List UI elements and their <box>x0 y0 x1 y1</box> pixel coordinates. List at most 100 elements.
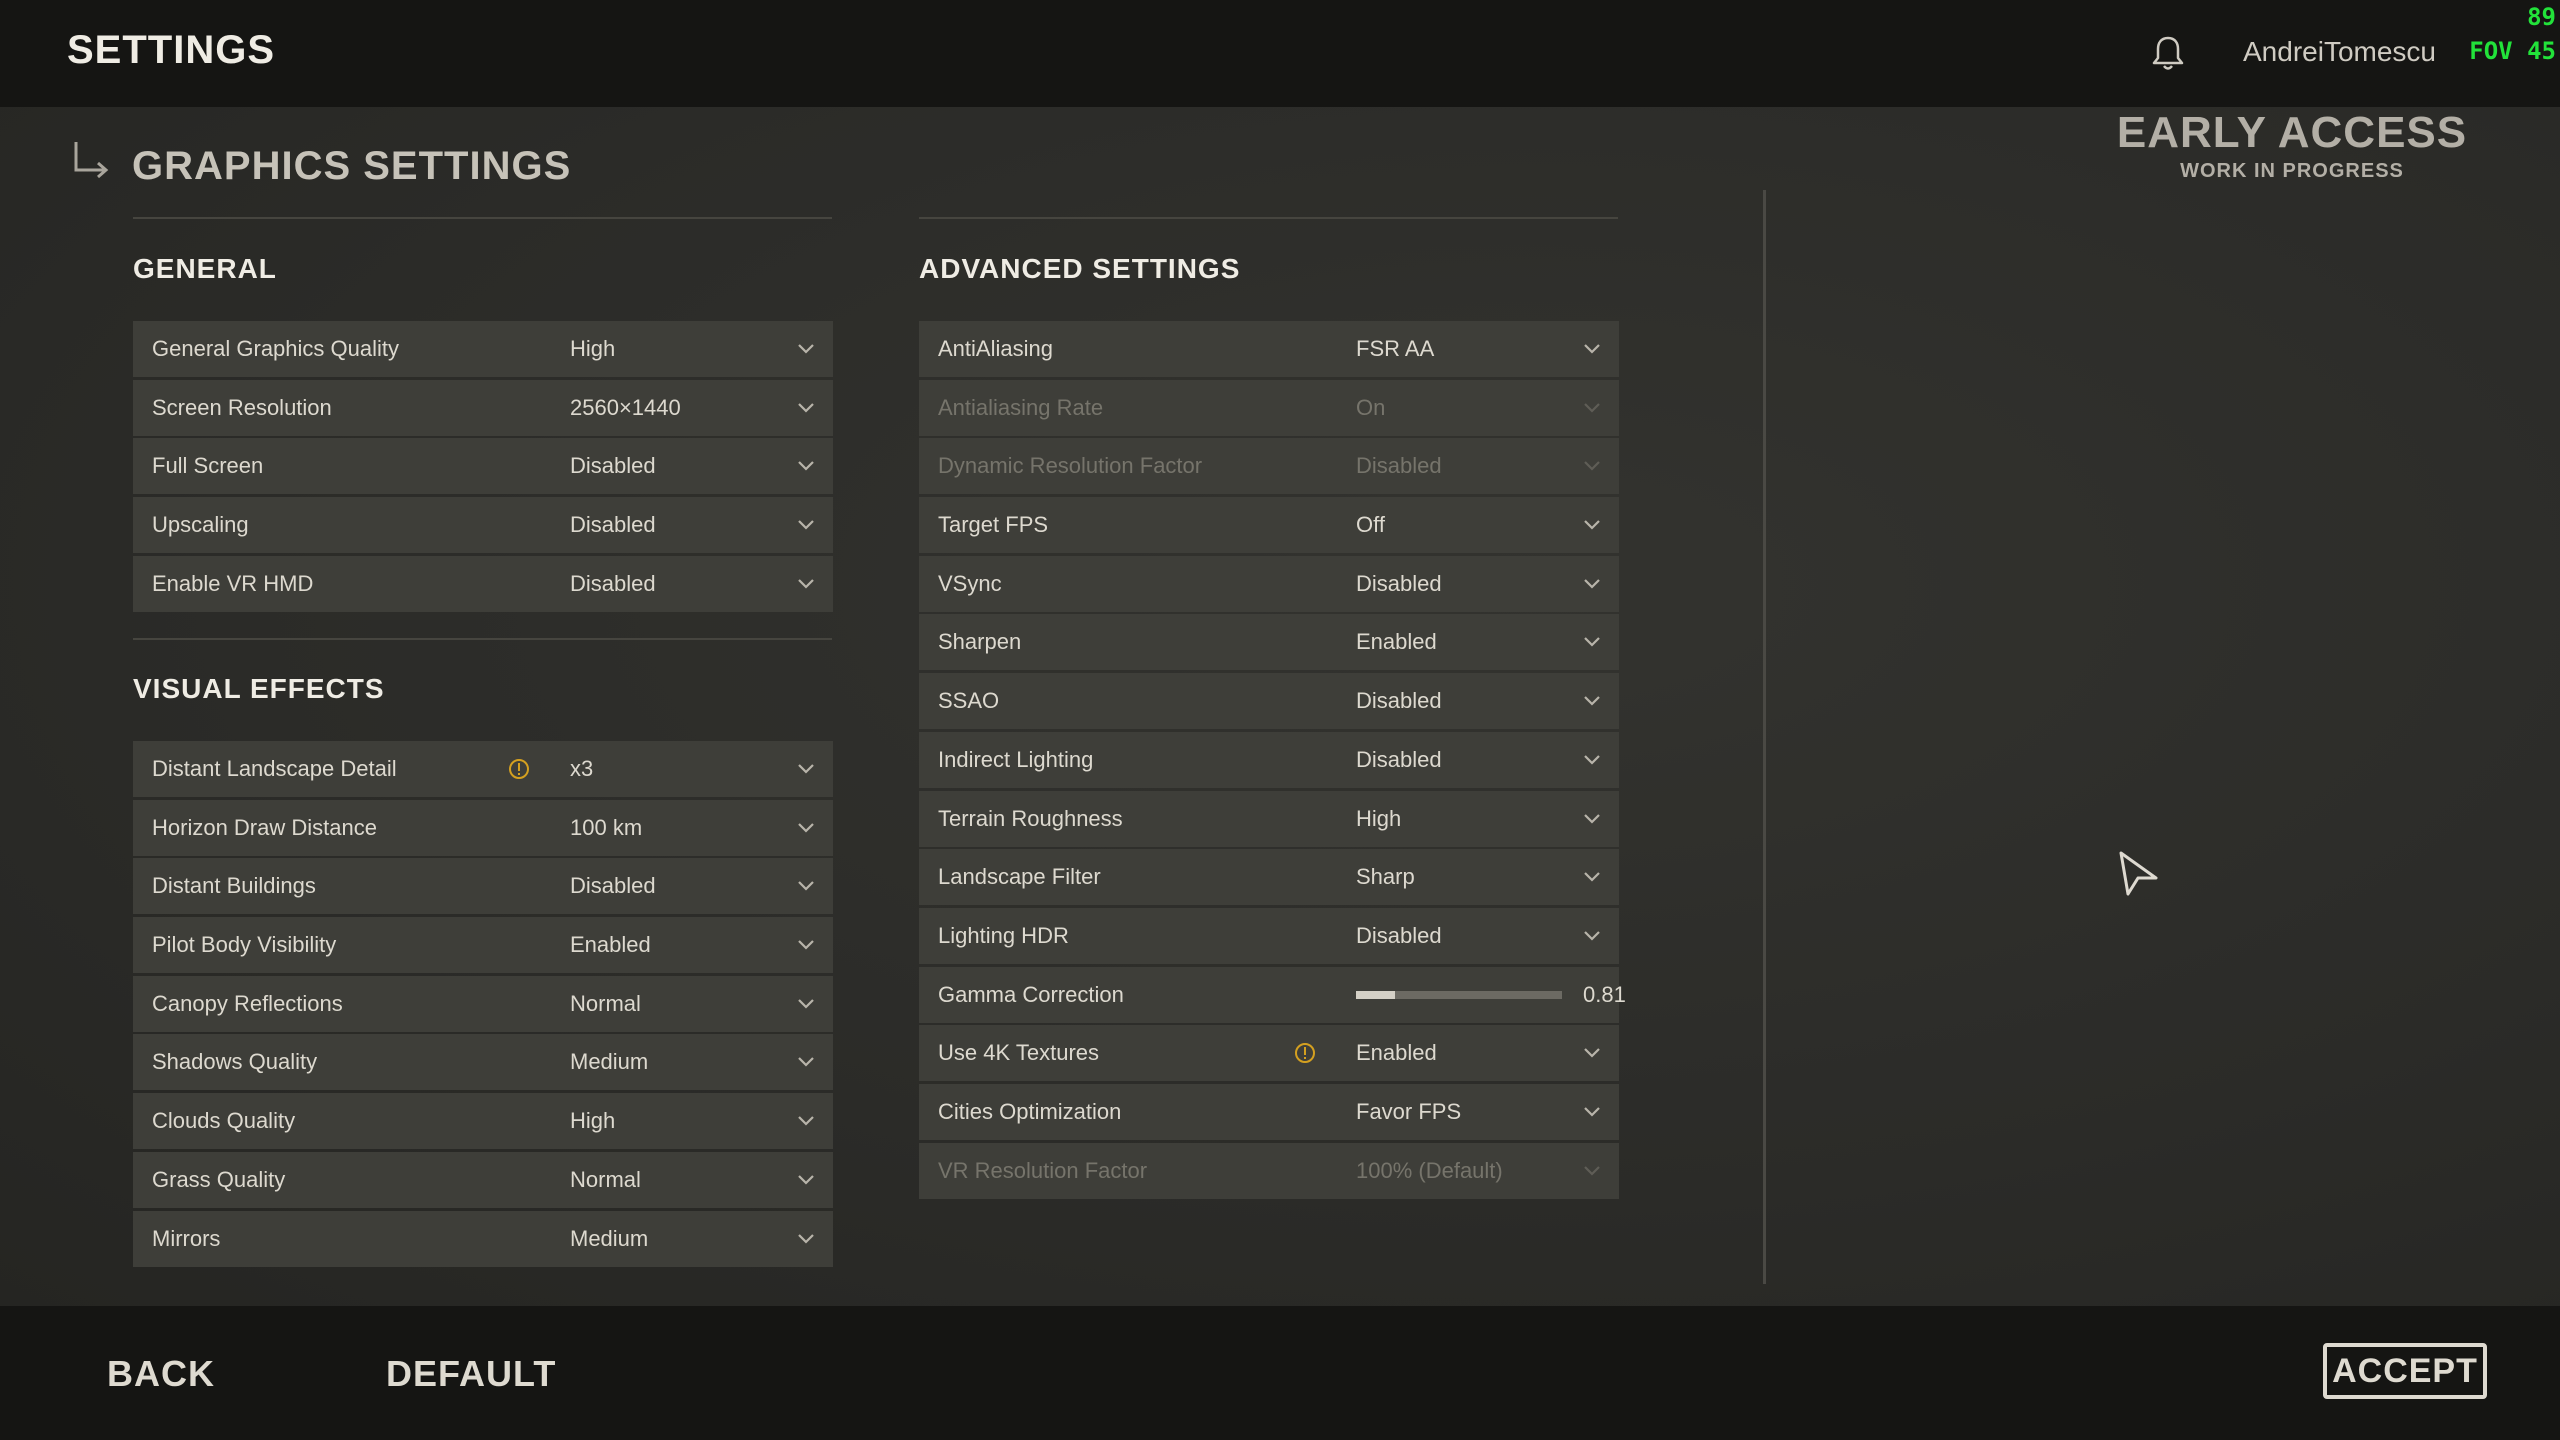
setting-label: Grass Quality <box>152 1166 286 1192</box>
setting-value-dropdown[interactable]: Disabled <box>570 873 656 899</box>
setting-row[interactable]: Enable VR HMD Disabled <box>133 555 833 612</box>
setting-value-dropdown[interactable]: Enabled <box>1356 629 1437 655</box>
setting-row[interactable]: Pilot Body Visibility Enabled <box>133 917 833 974</box>
fov-label: FOV <box>2469 37 2513 65</box>
setting-label: Use 4K Textures <box>938 1040 1100 1066</box>
setting-value-dropdown[interactable]: Medium <box>570 1049 648 1075</box>
setting-value-dropdown[interactable]: Favor FPS <box>1356 1099 1461 1125</box>
chevron-down-icon <box>1584 344 1600 354</box>
setting-label: AntiAliasing <box>938 336 1053 361</box>
setting-row[interactable]: Distant Landscape Detail x3 <box>133 741 833 797</box>
setting-label: General Graphics Quality <box>152 336 399 361</box>
setting-value-dropdown[interactable]: Normal <box>570 991 641 1017</box>
chevron-down-icon <box>1584 1107 1600 1117</box>
screen-title: SETTINGS <box>67 28 276 72</box>
setting-value-dropdown[interactable]: Disabled <box>1356 688 1442 714</box>
setting-row[interactable]: Shadows Quality Medium <box>133 1034 833 1091</box>
setting-label: Landscape Filter <box>938 864 1101 890</box>
setting-row[interactable]: Lighting HDR Disabled <box>919 907 1619 964</box>
setting-row[interactable]: Target FPS Off <box>919 497 1619 554</box>
setting-row[interactable]: Mirrors Medium <box>133 1210 833 1267</box>
setting-value-dropdown[interactable]: Disabled <box>1356 747 1442 773</box>
setting-label: Cities Optimization <box>938 1098 1122 1124</box>
setting-label: Canopy Reflections <box>152 990 343 1016</box>
default-button[interactable]: DEFAULT <box>386 1353 556 1395</box>
setting-value-dropdown[interactable]: 2560×1440 <box>570 395 681 421</box>
chevron-down-icon <box>798 1233 814 1244</box>
setting-value-dropdown[interactable]: High <box>570 1108 615 1134</box>
setting-row[interactable]: Clouds Quality High <box>133 1093 833 1150</box>
setting-row[interactable]: Distant Buildings Disabled <box>133 858 833 915</box>
bell-icon[interactable] <box>2150 34 2186 74</box>
setting-row: Dynamic Resolution Factor Disabled <box>919 438 1619 495</box>
chevron-down-icon <box>798 520 814 530</box>
setting-row[interactable]: Horizon Draw Distance 100 km <box>133 799 833 856</box>
gamma-slider[interactable] <box>1356 990 1562 999</box>
setting-row[interactable]: Terrain Roughness High <box>919 790 1619 847</box>
setting-value-dropdown[interactable]: Enabled <box>570 932 651 958</box>
setting-row[interactable]: Screen Resolution 2560×1440 <box>133 379 833 436</box>
setting-value-dropdown[interactable]: FSR AA <box>1356 336 1434 362</box>
setting-row[interactable]: SSAO Disabled <box>919 673 1619 730</box>
setting-row[interactable]: AntiAliasing FSR AA <box>919 321 1619 377</box>
setting-value-dropdown[interactable]: Disabled <box>1356 923 1442 949</box>
top-bar: SETTINGS AndreiTomescu 89 FOV 45 <box>0 0 2560 107</box>
warning-icon <box>1295 1043 1315 1064</box>
setting-row[interactable]: Landscape Filter Sharp <box>919 849 1619 906</box>
setting-value-dropdown[interactable]: Medium <box>570 1226 648 1252</box>
setting-value-dropdown[interactable]: Disabled <box>1356 571 1442 597</box>
setting-value-dropdown[interactable]: Off <box>1356 512 1385 538</box>
chevron-down-icon <box>1584 813 1600 824</box>
section-title-general: GENERAL <box>133 253 277 284</box>
setting-label: Antialiasing Rate <box>938 394 1104 420</box>
setting-value-dropdown[interactable]: High <box>570 336 615 362</box>
setting-row[interactable]: Use 4K Textures Enabled <box>919 1025 1619 1082</box>
mouse-cursor-icon <box>2119 851 2158 896</box>
setting-value-dropdown[interactable]: Normal <box>570 1167 641 1193</box>
setting-value-dropdown[interactable]: Disabled <box>570 453 656 479</box>
setting-value-dropdown[interactable]: High <box>1356 806 1401 832</box>
setting-row[interactable]: Gamma Correction 0.81 <box>919 966 1626 1023</box>
chevron-down-icon <box>798 881 814 891</box>
chevron-down-icon <box>798 998 814 1009</box>
chevron-down-icon <box>798 402 814 413</box>
setting-row[interactable]: Full Screen Disabled <box>133 438 833 495</box>
setting-row[interactable]: Grass Quality Normal <box>133 1151 833 1208</box>
setting-value-dropdown[interactable]: x3 <box>570 756 593 782</box>
chevron-down-icon <box>1584 637 1600 647</box>
setting-value-dropdown[interactable]: Enabled <box>1356 1040 1437 1066</box>
general-settings-list: General Graphics Quality High Screen Resol… <box>133 321 833 614</box>
setting-row[interactable]: Sharpen Enabled <box>919 614 1619 671</box>
setting-label: Pilot Body Visibility <box>152 932 337 958</box>
setting-row[interactable]: Upscaling Disabled <box>133 497 833 554</box>
setting-value-dropdown[interactable]: Disabled <box>570 512 656 538</box>
setting-row[interactable]: VSync Disabled <box>919 555 1619 612</box>
chevron-down-icon <box>1584 520 1600 530</box>
setting-row[interactable]: Cities Optimization Favor FPS <box>919 1083 1619 1140</box>
setting-row[interactable]: Canopy Reflections Normal <box>133 975 833 1032</box>
setting-label: VR Resolution Factor <box>938 1157 1148 1183</box>
setting-label: Indirect Lighting <box>938 746 1094 772</box>
setting-row: VR Resolution Factor 100% (Default) <box>919 1142 1619 1199</box>
panel-divider <box>1763 190 1766 1284</box>
setting-value-dropdown[interactable]: Sharp <box>1356 864 1415 890</box>
setting-label: Clouds Quality <box>152 1108 296 1134</box>
warning-icon <box>509 759 529 779</box>
section-title-advanced: ADVANCED SETTINGS <box>919 253 1241 284</box>
setting-label: SSAO <box>938 688 1000 714</box>
setting-value-dropdown[interactable]: Disabled <box>570 571 656 597</box>
setting-label: Enable VR HMD <box>152 570 314 596</box>
back-button[interactable]: BACK <box>107 1353 215 1395</box>
setting-row[interactable]: Indirect Lighting Disabled <box>919 731 1619 788</box>
chevron-down-icon <box>1584 461 1600 471</box>
chevron-down-icon <box>798 764 814 774</box>
chevron-down-icon <box>798 461 814 471</box>
divider <box>133 638 832 640</box>
setting-label: Screen Resolution <box>152 394 332 420</box>
setting-row[interactable]: General Graphics Quality High <box>133 321 833 377</box>
setting-value-dropdown[interactable]: 100 km <box>570 815 642 841</box>
accept-button[interactable]: ACCEPT <box>2323 1343 2487 1399</box>
username[interactable]: AndreiTomescu <box>2243 36 2436 68</box>
setting-label: VSync <box>938 570 1002 596</box>
chevron-down-icon <box>798 1175 814 1185</box>
